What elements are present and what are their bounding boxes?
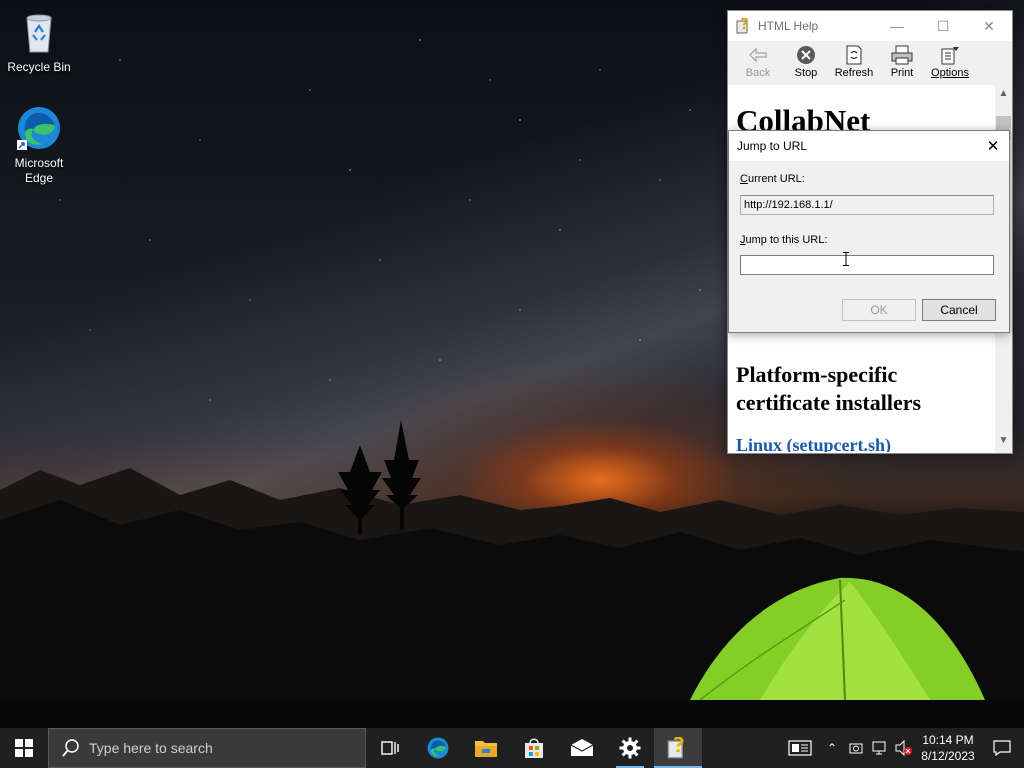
volume-button[interactable]: [892, 728, 916, 768]
desktop-icon-label: Recycle Bin: [7, 60, 71, 74]
maximize-button[interactable]: ☐: [920, 11, 966, 41]
html-help-app-icon: [736, 18, 749, 34]
scroll-up-button[interactable]: ▲: [995, 85, 1012, 102]
task-view-icon: [381, 741, 399, 755]
search-icon: [62, 739, 79, 757]
volume-muted-icon: [895, 740, 912, 756]
start-button[interactable]: [0, 728, 48, 768]
close-icon: ✕: [986, 138, 1000, 155]
html-help-app-icon: [667, 737, 684, 759]
news-icon: [788, 740, 812, 756]
stop-button[interactable]: Stop: [782, 41, 830, 85]
refresh-button[interactable]: Refresh: [830, 41, 878, 85]
taskbar-file-explorer[interactable]: [462, 728, 510, 768]
print-button[interactable]: Print: [878, 41, 926, 85]
current-url-label: Current URL:: [740, 173, 805, 185]
stop-label: Stop: [794, 67, 818, 79]
folder-icon: [475, 741, 497, 757]
desktop-icon-recycle-bin[interactable]: Recycle Bin: [1, 8, 77, 75]
scroll-down-button[interactable]: ▼: [995, 432, 1012, 449]
close-window-button[interactable]: ✕: [966, 11, 1012, 41]
help-window-titlebar[interactable]: HTML Help — ☐ ✕: [728, 11, 1012, 41]
taskbar-search-box[interactable]: Type here to search: [48, 728, 366, 768]
options-icon: [939, 45, 961, 65]
back-arrow-icon: [747, 45, 769, 65]
chevron-up-icon: ▲: [998, 88, 1009, 99]
system-tray: ⌃ 10:14 PM 8/12/2023: [780, 728, 1024, 768]
dialog-title: Jump to URL: [737, 139, 808, 153]
taskbar-edge[interactable]: [414, 728, 462, 768]
camera-tray-icon: [849, 743, 863, 754]
taskbar-mail[interactable]: [558, 728, 606, 768]
news-widget-button[interactable]: [780, 728, 820, 768]
dialog-titlebar[interactable]: Jump to URL ✕: [729, 131, 1009, 161]
task-view-button[interactable]: [366, 728, 414, 768]
gear-icon: [619, 737, 641, 759]
taskbar-settings[interactable]: [606, 728, 654, 768]
notification-icon: [993, 740, 1011, 756]
minimize-button[interactable]: —: [874, 11, 920, 41]
minimize-icon: —: [890, 18, 904, 34]
back-button[interactable]: Back: [734, 41, 782, 85]
content-subheading: Platform-specific certificate installers: [736, 362, 922, 415]
help-window-title: HTML Help: [758, 19, 819, 33]
maximize-icon: ☐: [936, 17, 950, 34]
notifications-button[interactable]: [980, 728, 1024, 768]
network-button[interactable]: [868, 728, 892, 768]
jump-url-input[interactable]: [740, 255, 994, 275]
close-icon: ✕: [983, 17, 995, 34]
options-button[interactable]: Options: [926, 41, 974, 85]
show-hidden-icons-button[interactable]: ⌃: [820, 728, 844, 768]
jump-to-url-dialog[interactable]: Jump to URL ✕ Current URL: http://192.16…: [728, 130, 1010, 333]
ok-button[interactable]: OK: [842, 299, 916, 321]
back-label: Back: [745, 67, 771, 79]
current-url-field[interactable]: http://192.168.1.1/: [740, 195, 994, 215]
refresh-icon: [843, 45, 865, 65]
jump-url-label: Jump to this URL:: [740, 234, 828, 246]
windows-logo-icon: [15, 739, 33, 757]
printer-icon: [891, 45, 913, 65]
taskbar: Type here to search ⌃ 10:14 PM 8/12/2023: [0, 728, 1024, 768]
store-icon: [525, 738, 543, 758]
taskbar-store[interactable]: [510, 728, 558, 768]
edge-icon: [15, 104, 63, 152]
chevron-up-icon: ⌃: [826, 741, 838, 755]
clock-date: 8/12/2023: [921, 749, 975, 763]
taskbar-html-help[interactable]: [654, 728, 702, 768]
text-cursor-icon: [843, 252, 849, 266]
edge-icon: [427, 737, 449, 759]
options-label: Options: [931, 67, 969, 79]
network-icon: [872, 741, 886, 755]
jump-url-label-rest: ump to this URL:: [745, 234, 828, 246]
search-placeholder: Type here to search: [89, 740, 213, 756]
help-toolbar: Back Stop Refresh Print Options: [728, 41, 1012, 86]
current-url-label-rest: urrent URL:: [747, 173, 805, 185]
desktop-icon-microsoft-edge[interactable]: Microsoft Edge: [1, 104, 77, 186]
clock[interactable]: 10:14 PM 8/12/2023: [916, 732, 980, 764]
cancel-button[interactable]: Cancel: [922, 299, 996, 321]
mail-icon: [570, 739, 594, 756]
stop-icon: [795, 45, 817, 65]
linux-installer-link[interactable]: Linux (setupcert.sh): [736, 435, 891, 452]
recycle-bin-icon: [15, 8, 63, 56]
clock-time: 10:14 PM: [922, 733, 974, 747]
print-label: Print: [890, 67, 914, 79]
refresh-label: Refresh: [834, 67, 874, 79]
chevron-down-icon: ▼: [998, 435, 1009, 446]
desktop-icon-label: Microsoft Edge: [14, 156, 64, 185]
tray-app-button[interactable]: [844, 728, 868, 768]
dialog-close-button[interactable]: ✕: [977, 131, 1009, 161]
